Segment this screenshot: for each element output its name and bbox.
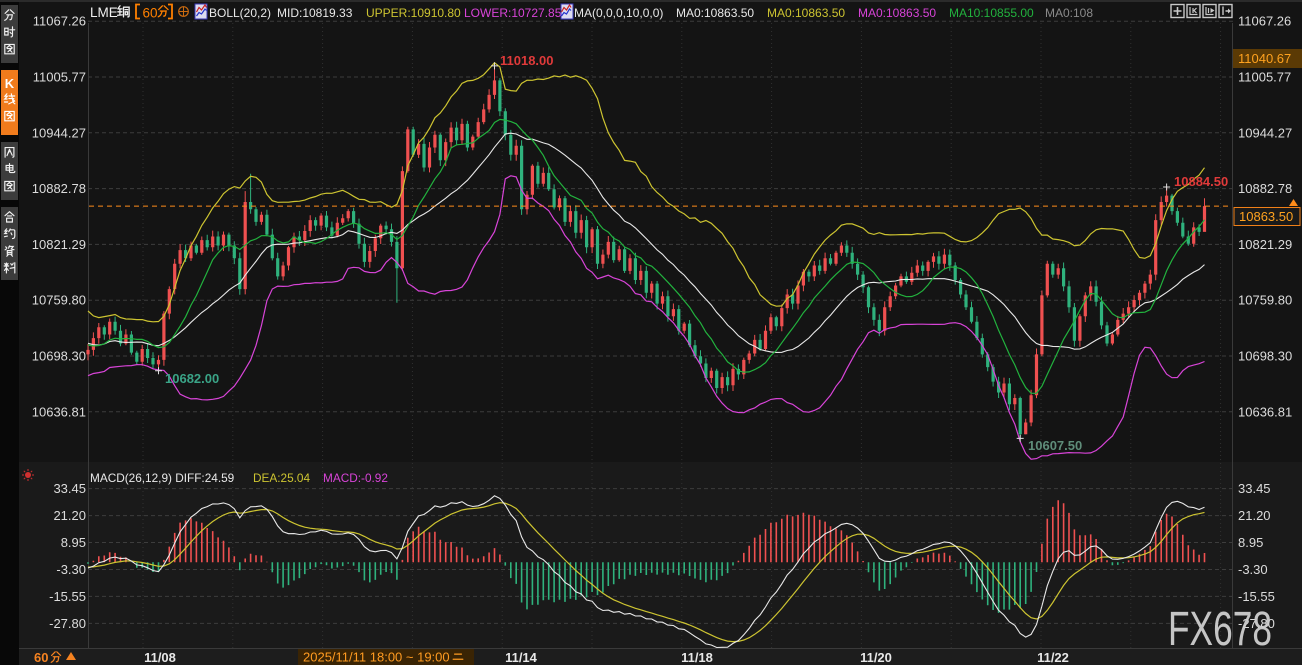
svg-text:LME: LME [90, 5, 118, 20]
svg-text:10636.81: 10636.81 [32, 404, 86, 419]
svg-text:10944.27: 10944.27 [32, 125, 86, 140]
svg-text:11018.00: 11018.00 [500, 53, 554, 68]
svg-text:8.95: 8.95 [1238, 535, 1263, 550]
svg-text:60: 60 [143, 6, 158, 21]
svg-text:11/18: 11/18 [681, 650, 713, 665]
svg-text:MA0:108: MA0:108 [1045, 6, 1093, 20]
svg-text:MACD:-0.92: MACD:-0.92 [323, 471, 388, 485]
svg-text:2025/11/11 18:00 ~ 19:00: 2025/11/11 18:00 ~ 19:00 [303, 650, 450, 665]
svg-text:11/08: 11/08 [144, 650, 176, 665]
svg-text:60: 60 [34, 650, 48, 665]
svg-text:K: K [5, 76, 15, 91]
svg-text:MA0:10863.50: MA0:10863.50 [858, 6, 936, 20]
svg-text:-15.55: -15.55 [49, 589, 86, 604]
svg-text:11067.26: 11067.26 [1238, 14, 1291, 29]
svg-text:MA(0,0,0,10,0,0): MA(0,0,0,10,0,0) [574, 6, 663, 20]
svg-text:11/20: 11/20 [860, 650, 892, 665]
svg-text:10636.81: 10636.81 [1238, 404, 1292, 419]
svg-text:MACD(26,12,9) DIFF:24.59: MACD(26,12,9) DIFF:24.59 [90, 471, 234, 485]
svg-text:10884.50: 10884.50 [1174, 174, 1228, 189]
svg-text:MA0:10863.50: MA0:10863.50 [676, 6, 754, 20]
svg-text:-3.30: -3.30 [56, 562, 86, 577]
svg-text:33.45: 33.45 [1238, 481, 1271, 496]
svg-text:MA10:10855.00: MA10:10855.00 [949, 6, 1034, 20]
svg-text:BOLL(20,2): BOLL(20,2) [209, 6, 271, 20]
svg-text:MID:10819.33: MID:10819.33 [277, 6, 353, 20]
svg-text:21.20: 21.20 [53, 508, 86, 523]
svg-text:-3.30: -3.30 [1238, 562, 1268, 577]
svg-text:-15.55: -15.55 [1238, 589, 1275, 604]
svg-text:FX678: FX678 [1168, 603, 1272, 656]
svg-text:33.45: 33.45 [53, 481, 86, 496]
svg-text:11005.77: 11005.77 [1238, 70, 1291, 85]
svg-text:LOWER:10727.85: LOWER:10727.85 [464, 6, 562, 20]
svg-text:10698.30: 10698.30 [32, 349, 86, 364]
svg-text:10698.30: 10698.30 [1238, 349, 1292, 364]
svg-text:11005.77: 11005.77 [33, 70, 86, 85]
svg-text:11/22: 11/22 [1037, 650, 1069, 665]
svg-text:11040.67: 11040.67 [1238, 51, 1291, 66]
svg-text:MA0:10863.50: MA0:10863.50 [767, 6, 845, 20]
svg-text:21.20: 21.20 [1238, 508, 1271, 523]
svg-text:10682.00: 10682.00 [165, 371, 219, 386]
svg-text:10882.78: 10882.78 [32, 181, 86, 196]
svg-text:10607.50: 10607.50 [1028, 438, 1082, 453]
svg-text:DEA:25.04: DEA:25.04 [253, 471, 310, 485]
svg-text:11067.26: 11067.26 [33, 14, 86, 29]
svg-text:10821.29: 10821.29 [1238, 237, 1292, 252]
svg-text:10759.80: 10759.80 [1238, 293, 1292, 308]
svg-text:-27.80: -27.80 [49, 616, 86, 631]
svg-text:10882.78: 10882.78 [1238, 181, 1292, 196]
svg-text:10863.50: 10863.50 [1239, 209, 1293, 224]
svg-text:10759.80: 10759.80 [32, 293, 86, 308]
svg-text:8.95: 8.95 [61, 535, 86, 550]
svg-text:10821.29: 10821.29 [32, 237, 86, 252]
svg-text:10944.27: 10944.27 [1238, 125, 1292, 140]
svg-text:11/14: 11/14 [505, 650, 538, 665]
svg-text:UPPER:10910.80: UPPER:10910.80 [366, 6, 461, 20]
